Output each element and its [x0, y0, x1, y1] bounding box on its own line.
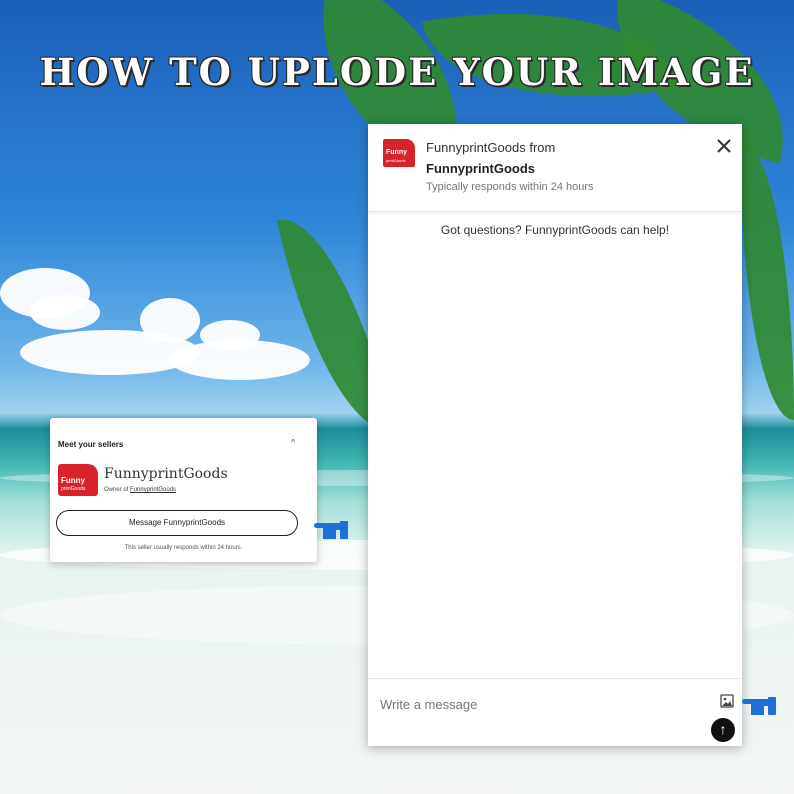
- chat-logo-text: Funny: [386, 149, 407, 156]
- shop-logo-text: Funny: [61, 476, 85, 485]
- close-icon[interactable]: [714, 136, 734, 156]
- chat-logo-subtext: printGoods: [386, 158, 406, 163]
- message-input[interactable]: [380, 693, 680, 715]
- meet-your-sellers-card: Meet your sellers ^ Funny printGoods Fun…: [50, 418, 317, 562]
- chat-from-line: FunnyprintGoods from: [426, 140, 556, 155]
- chevron-up-icon[interactable]: ^: [291, 438, 295, 447]
- shop-logo: Funny printGoods: [58, 464, 98, 496]
- seller-shop-name: FunnyprintGoods: [104, 466, 228, 482]
- chat-intro-text: Got questions? FunnyprintGoods can help!: [440, 223, 670, 237]
- chat-response-time: Typically responds within 24 hours: [426, 181, 594, 193]
- owner-prefix: Owner of: [104, 487, 131, 493]
- chat-shop-name: FunnyprintGoods: [426, 161, 536, 176]
- owner-line: Owner of FunnyprintGoods: [104, 487, 176, 493]
- seller-card-heading: Meet your sellers: [58, 440, 124, 449]
- palm-frond: [740, 140, 794, 420]
- chat-header: Funny printGoods FunnyprintGoods from Fu…: [368, 124, 742, 212]
- message-composer: ↑: [368, 678, 742, 746]
- cloud: [30, 295, 100, 330]
- cloud: [200, 320, 260, 350]
- image-upload-icon[interactable]: [720, 694, 734, 708]
- hand-pointer-icon: [314, 521, 348, 539]
- shop-logo-subtext: printGoods: [61, 486, 86, 492]
- send-arrow-icon[interactable]: ↑: [711, 718, 735, 742]
- seller-response-note: This seller usually responds within 24 h…: [124, 545, 243, 551]
- chat-panel: Funny printGoods FunnyprintGoods from Fu…: [368, 124, 742, 746]
- hand-pointer-icon: [742, 697, 776, 715]
- page-title: HOW TO UPLODE YOUR IMAGE: [39, 50, 755, 94]
- message-seller-button[interactable]: Message FunnyprintGoods: [56, 510, 298, 536]
- owner-shop-link[interactable]: FunnyprintGoods: [130, 487, 176, 493]
- shop-logo: Funny printGoods: [383, 139, 415, 167]
